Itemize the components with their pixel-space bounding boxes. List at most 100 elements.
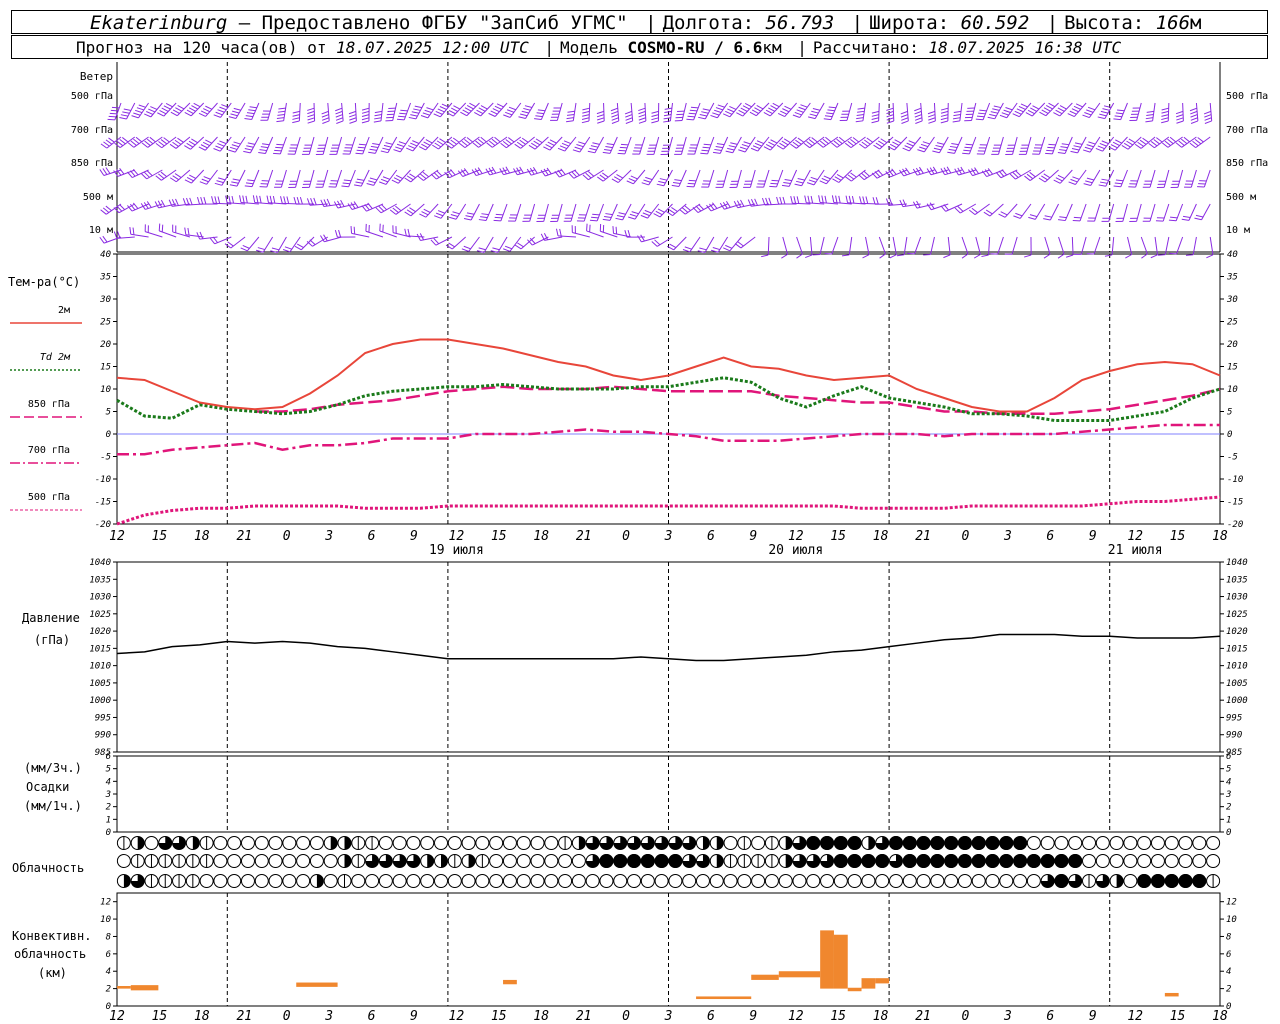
wind-barb-feather <box>566 113 575 116</box>
wind-barb-feather <box>790 196 793 204</box>
time-tick-label-bottom: 21 <box>236 1009 252 1024</box>
wind-barb-feather <box>763 146 771 151</box>
wind-barb-feather <box>155 142 163 149</box>
wind-barb-feather <box>681 207 689 213</box>
wind-barb-feather <box>361 107 370 111</box>
time-tick-label-bottom: 18 <box>1212 1009 1228 1024</box>
precip-tick-label: 0 <box>106 828 111 838</box>
wind-barb-feather <box>729 105 737 110</box>
wind-barb-feather <box>1059 149 1067 152</box>
wind-barb-feather <box>536 112 544 115</box>
wind-barb-feather <box>625 114 633 118</box>
wind-barb-feather <box>292 117 300 120</box>
wind-barb-feather <box>953 110 962 113</box>
cloud-symbol <box>1026 836 1041 850</box>
wind-barb-feather <box>618 149 627 152</box>
wind-barb-feather <box>940 107 949 111</box>
wind-barb-feather <box>995 171 1002 179</box>
wind-barb-feather <box>259 149 267 152</box>
wind-barb-feather <box>1060 146 1068 149</box>
wind-barb-feather <box>177 104 185 110</box>
precipitation-panel: 0 0 1 1 2 2 3 3 4 4 5 5 6 6 (мм/3ч.) Осадки (мм/1ч.) <box>24 752 1231 838</box>
cloud-symbol <box>571 854 586 868</box>
wind-barb-feather <box>1071 148 1080 151</box>
wind-barb-feather <box>492 108 500 113</box>
wind-barb-feather <box>611 114 619 118</box>
wind-barb-feather <box>679 209 686 215</box>
wind-barb-feather <box>979 109 987 112</box>
wind-barb-feather <box>246 145 254 148</box>
wind-barb-feather <box>146 170 153 177</box>
wind-barb-feather <box>336 120 344 124</box>
wind-barb-feather <box>576 144 584 148</box>
cloud-symbol <box>1109 836 1124 850</box>
cloud-symbol <box>213 836 228 850</box>
wind-barb-feather <box>340 199 345 207</box>
time-tick-label: 12 <box>1127 529 1143 544</box>
wind-barb-feather <box>1115 139 1123 144</box>
time-tick-label: 9 <box>749 529 757 544</box>
wind-barb-feather <box>848 195 852 204</box>
wind-barb-feather <box>611 178 619 183</box>
wind-barb-feather <box>504 245 513 250</box>
wind-barb-feather <box>555 228 559 236</box>
conv-tick-label: 4 <box>106 967 111 977</box>
wind-barb-feather <box>894 139 902 144</box>
wind-barb-feather <box>574 169 580 176</box>
wind-barb-feather <box>506 109 515 113</box>
wind-barb-feather <box>342 182 350 185</box>
time-tick-label-bottom: 0 <box>962 1009 970 1024</box>
cloud-symbol-fill <box>944 836 959 850</box>
wind-barb-feather <box>187 227 190 236</box>
wind-barb-feather <box>418 146 426 151</box>
wind-barb-feather <box>170 111 178 117</box>
wind-barb-feather <box>469 102 477 108</box>
wind-barb-feather <box>380 178 389 183</box>
wind-barb-feather <box>928 120 936 124</box>
precip-tick-label-right: 6 <box>1226 752 1231 762</box>
wind-barb-feather <box>374 110 383 114</box>
wind-barb-feather <box>313 197 317 205</box>
wind-barb-feather <box>761 197 766 206</box>
wind-barb-feather <box>102 207 110 213</box>
wind-barb-feather <box>188 140 196 146</box>
cloud-symbol <box>282 854 297 868</box>
wind-barb-feather <box>321 117 330 121</box>
wind-barb-feather <box>712 202 718 209</box>
wind-barb-feather <box>1045 152 1053 155</box>
wind-barb-feather <box>409 173 416 179</box>
wind-barb-feather <box>770 105 778 110</box>
wind-barb-feather <box>743 141 751 145</box>
wind-barb-feather <box>806 182 815 186</box>
wind-barb-feather <box>1015 170 1022 177</box>
wind-barb-feather <box>908 140 916 144</box>
time-tick-label-bottom: 15 <box>830 1009 846 1024</box>
cloud-symbol-fill <box>985 836 1000 850</box>
wind-barb-feather <box>182 198 187 206</box>
cloud-symbol <box>434 874 449 888</box>
wind-barb-feather <box>486 142 493 148</box>
wind-barb-feather <box>795 139 802 145</box>
precip-tick-label: 4 <box>106 777 111 787</box>
wind-barb-feather <box>879 253 886 259</box>
wind-barb-feather <box>1203 110 1212 115</box>
pressure-tick-label-right: 1010 <box>1226 662 1248 672</box>
wind-barb-feather <box>436 170 443 177</box>
wind-barb-feather <box>420 115 429 119</box>
wind-barb-feather <box>1059 105 1067 110</box>
wind-barb-feather <box>862 254 870 259</box>
time-tick-label-bottom: 6 <box>368 1009 376 1024</box>
wind-barb-feather <box>307 114 315 118</box>
pressure-tick-label: 990 <box>95 731 111 741</box>
wind-barb-feather <box>272 195 276 204</box>
cloud-symbol <box>764 874 779 888</box>
time-tick-label: 0 <box>622 529 630 544</box>
wind-barb-feather <box>1170 216 1178 219</box>
wind-barb-feather <box>215 111 223 116</box>
wind-barb-feather <box>546 167 552 175</box>
wind-barb-feather <box>700 152 708 155</box>
wind-barb-feather <box>596 110 605 115</box>
wind-barb-feather <box>262 143 270 146</box>
time-tick-label: 3 <box>324 529 333 544</box>
time-tick-label: 12 <box>109 529 125 544</box>
